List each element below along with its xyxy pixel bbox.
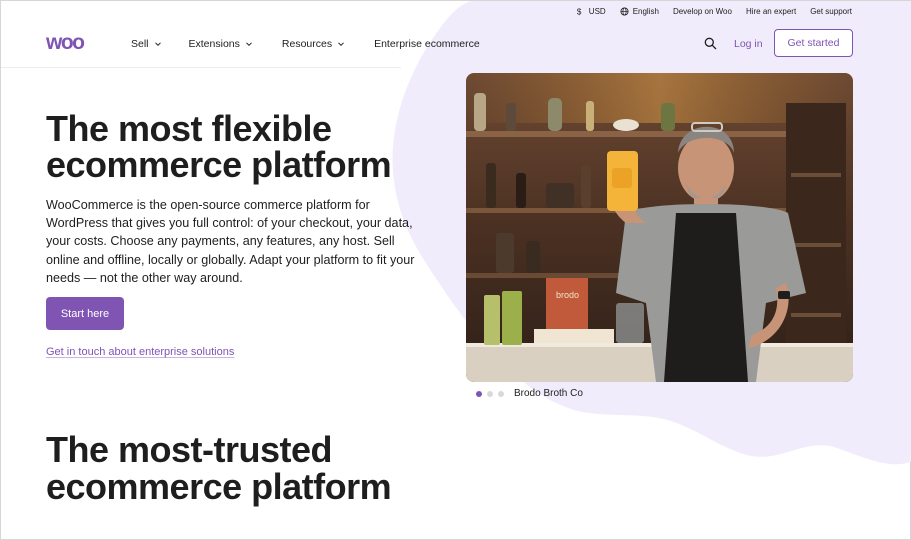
get-started-button[interactable]: Get started xyxy=(774,29,853,57)
search-icon[interactable] xyxy=(704,37,717,50)
main-navigation: woo Sell Extensions Resources Enterprise… xyxy=(1,28,911,60)
nav-item-label: Extensions xyxy=(188,38,240,50)
chevron-down-icon xyxy=(246,42,252,47)
dollar-icon: $ xyxy=(577,7,582,15)
nav-item-enterprise[interactable]: Enterprise ecommerce xyxy=(374,38,480,50)
hire-expert-link[interactable]: Hire an expert xyxy=(746,7,796,16)
chevron-down-icon xyxy=(154,42,161,47)
carousel-dot[interactable] xyxy=(476,391,482,397)
language-selector[interactable]: English xyxy=(620,7,659,16)
section-title: The most-trusted ecommerce platform xyxy=(46,429,392,507)
currency-selector[interactable]: $ USD xyxy=(576,7,606,16)
enterprise-contact-link[interactable]: Get in touch about enterprise solutions xyxy=(46,346,234,358)
logo-text: woo xyxy=(46,34,84,52)
woo-logo[interactable]: woo xyxy=(45,31,102,57)
image-caption: Brodo Broth Co xyxy=(514,388,583,399)
carousel-dot[interactable] xyxy=(487,391,493,397)
globe-icon xyxy=(620,6,629,16)
brodo-sign-text: brodo xyxy=(556,290,579,300)
nav-item-label: Sell xyxy=(131,38,149,50)
carousel-dot[interactable] xyxy=(498,391,504,397)
nav-item-label: Enterprise ecommerce xyxy=(374,38,480,50)
develop-link[interactable]: Develop on Woo xyxy=(673,7,732,16)
nav-item-extensions[interactable]: Extensions xyxy=(189,38,253,50)
language-label: English xyxy=(632,6,659,16)
nav-item-resources[interactable]: Resources xyxy=(282,38,345,50)
hero-photo-illustration: brodo xyxy=(466,73,853,382)
hero-title: The most flexible ecommerce platform xyxy=(46,108,392,185)
svg-text:$: $ xyxy=(577,7,582,15)
start-here-button[interactable]: Start here xyxy=(46,297,124,330)
chevron-down-icon xyxy=(338,42,344,47)
carousel-dots xyxy=(476,391,504,397)
hero-image: brodo xyxy=(466,73,853,382)
utility-bar: $ USD English Develop on Woo Hire an exp… xyxy=(576,4,852,18)
support-link[interactable]: Get support xyxy=(810,7,852,16)
hero-description: WooCommerce is the open-source commerce … xyxy=(46,198,415,285)
login-link[interactable]: Log in xyxy=(734,38,763,50)
nav-item-sell[interactable]: Sell xyxy=(131,38,162,50)
nav-item-label: Resources xyxy=(281,38,333,50)
woo-logo-mark: woo xyxy=(45,31,86,54)
nav-divider xyxy=(1,67,401,68)
nav-menu: Sell Extensions Resources Enterprise eco… xyxy=(131,38,480,50)
currency-label: USD xyxy=(588,6,606,16)
